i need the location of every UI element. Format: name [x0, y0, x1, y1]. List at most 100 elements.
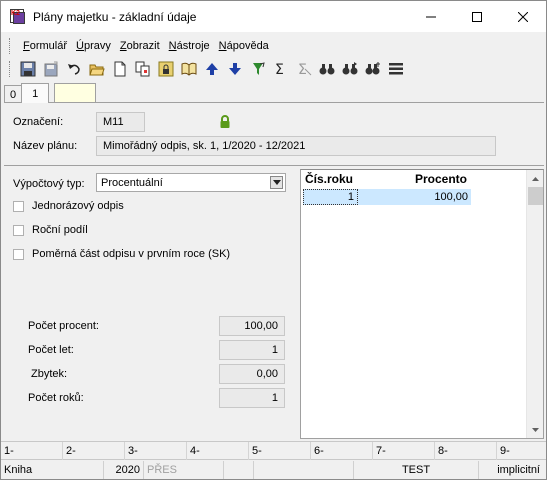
menu-upravy[interactable]: Úpravy	[72, 40, 115, 52]
pocet-let-value: 1	[271, 344, 278, 356]
menu-napoveda[interactable]: Nápověda	[215, 40, 273, 52]
rocni-podil-label: Roční podíl	[32, 224, 88, 236]
pocet-roku-field[interactable]: 1	[219, 388, 285, 408]
book-icon[interactable]	[177, 58, 200, 80]
fkey-4[interactable]: 4-	[187, 442, 249, 460]
pocet-roku-label: Počet roků:	[28, 392, 84, 404]
app-icon: K2	[10, 8, 26, 25]
toolbar-grip	[9, 61, 12, 77]
maximize-icon	[472, 11, 482, 22]
close-button[interactable]	[500, 1, 546, 32]
undo-icon[interactable]	[62, 58, 85, 80]
fkey-3[interactable]: 3-	[125, 442, 187, 460]
table-row[interactable]: 1 100,00	[303, 189, 471, 205]
scroll-up-icon[interactable]	[527, 170, 544, 187]
function-keys-bar: 1- 2- 3- 4- 5- 6- 7- 8- 9-	[1, 441, 546, 460]
column-header-procento[interactable]: Procento	[361, 170, 471, 188]
scroll-down-icon[interactable]	[527, 421, 544, 438]
years-grid[interactable]: Čís.roku Procento 1 100,00	[300, 169, 544, 439]
sum-icon[interactable]: Σ	[269, 58, 292, 80]
vertical-scrollbar[interactable]	[526, 170, 543, 438]
svg-text:Σ: Σ	[275, 62, 284, 77]
grid-header: Čís.roku Procento	[301, 170, 526, 188]
menu-nastroje[interactable]: Nástroje	[165, 40, 214, 52]
tab-0[interactable]: 0	[4, 85, 23, 103]
fkey-6[interactable]: 6-	[311, 442, 373, 460]
fkey-8[interactable]: 8-	[435, 442, 497, 460]
application-window: K2 Plány majetku - základní údaje Formul…	[0, 0, 547, 480]
tab-1-label: 1	[32, 87, 39, 100]
fkey-5[interactable]: 5-	[249, 442, 311, 460]
status-bar: Kniha 2020 PŘES TEST implicitní	[1, 461, 546, 479]
oznaceni-label: Označení:	[13, 116, 64, 128]
pocet-procent-value: 100,00	[244, 320, 278, 332]
fkey-1[interactable]: 1-	[1, 442, 63, 460]
checkbox-box[interactable]	[13, 200, 24, 212]
binoculars-icon[interactable]	[315, 58, 338, 80]
vypoctovy-typ-value: Procentuální	[101, 176, 163, 189]
toolbar: Σ Σ	[4, 58, 544, 80]
maximize-button[interactable]	[454, 1, 500, 32]
nazev-value: Mimořádný odpis, sk. 1, 1/2020 - 12/2021	[103, 140, 306, 152]
menu-zobrazit[interactable]: Zobrazit	[116, 40, 164, 52]
fkey-9[interactable]: 9-	[497, 442, 546, 460]
status-module: Kniha	[1, 461, 104, 479]
pomerna-cast-checkbox[interactable]: Poměrná část odpisu v prvním roce (SK)	[13, 248, 230, 260]
zbytek-field[interactable]: 0,00	[219, 364, 285, 384]
chevron-down-icon[interactable]	[270, 176, 283, 189]
status-year: 2020	[104, 461, 144, 479]
title-bar[interactable]: K2 Plány majetku - základní údaje	[1, 1, 546, 32]
jednorazovy-checkbox[interactable]: Jednorázový odpis	[13, 200, 124, 212]
menu-bar: Formulář Úpravy Zobrazit Nástroje Nápově…	[4, 35, 544, 56]
pocet-let-label: Počet let:	[28, 344, 74, 356]
open-folder-icon[interactable]	[85, 58, 108, 80]
binoculars-replace-icon[interactable]	[361, 58, 384, 80]
close-icon	[518, 11, 528, 22]
new-document-icon[interactable]	[108, 58, 131, 80]
tab-0-label: 0	[10, 88, 17, 101]
status-empty-1	[224, 461, 254, 479]
status-mode: implicitní	[497, 464, 540, 476]
pocet-procent-label: Počet procent:	[28, 320, 99, 332]
sum-disabled-icon[interactable]: Σ	[292, 58, 315, 80]
lock-status-icon	[219, 115, 231, 132]
rocni-podil-checkbox[interactable]: Roční podíl	[13, 224, 88, 236]
vypoctovy-typ-label: Výpočtový typ:	[13, 178, 85, 190]
list-icon[interactable]	[384, 58, 407, 80]
copy-icon[interactable]	[131, 58, 154, 80]
tab-empty-field[interactable]	[54, 83, 97, 103]
tab-strip: 0 1	[4, 83, 97, 103]
status-pres: PŘES	[144, 461, 224, 479]
filter-icon[interactable]	[246, 58, 269, 80]
tab-1[interactable]: 1	[21, 83, 50, 103]
fkey-7[interactable]: 7-	[373, 442, 435, 460]
cell-cis-roku[interactable]: 1	[303, 189, 358, 205]
minimize-button[interactable]	[408, 1, 454, 32]
binoculars-next-icon[interactable]	[338, 58, 361, 80]
lock-icon[interactable]	[154, 58, 177, 80]
nazev-field[interactable]: Mimořádný odpis, sk. 1, 1/2020 - 12/2021	[96, 136, 496, 156]
checkbox-box[interactable]	[13, 224, 24, 236]
status-empty-2	[254, 461, 354, 479]
fkey-2[interactable]: 2-	[63, 442, 125, 460]
pocet-procent-field[interactable]: 100,00	[219, 316, 285, 336]
zbytek-label: Zbytek:	[31, 368, 68, 380]
vypoctovy-typ-select[interactable]: Procentuální	[96, 173, 286, 192]
checkbox-box[interactable]	[13, 248, 24, 260]
column-header-cis-roku[interactable]: Čís.roku	[301, 170, 361, 188]
menu-formular[interactable]: Formulář	[19, 40, 71, 52]
form-content: Označení: M11 Název plánu: Mimořádný odp…	[4, 102, 544, 439]
save-icon[interactable]	[16, 58, 39, 80]
status-database: TEST	[354, 461, 479, 479]
pomerna-cast-label: Poměrná část odpisu v prvním roce (SK)	[32, 248, 231, 260]
oznaceni-field[interactable]: M11	[96, 112, 145, 132]
scroll-thumb[interactable]	[528, 187, 543, 205]
arrow-up-icon[interactable]	[200, 58, 223, 80]
nazev-label: Název plánu:	[13, 140, 78, 152]
pocet-let-field[interactable]: 1	[219, 340, 285, 360]
oznaceni-value: M11	[103, 116, 124, 128]
pocet-roku-value: 1	[271, 392, 278, 404]
cell-procento[interactable]: 100,00	[358, 189, 471, 205]
arrow-down-icon[interactable]	[223, 58, 246, 80]
save-all-icon[interactable]	[39, 58, 62, 80]
